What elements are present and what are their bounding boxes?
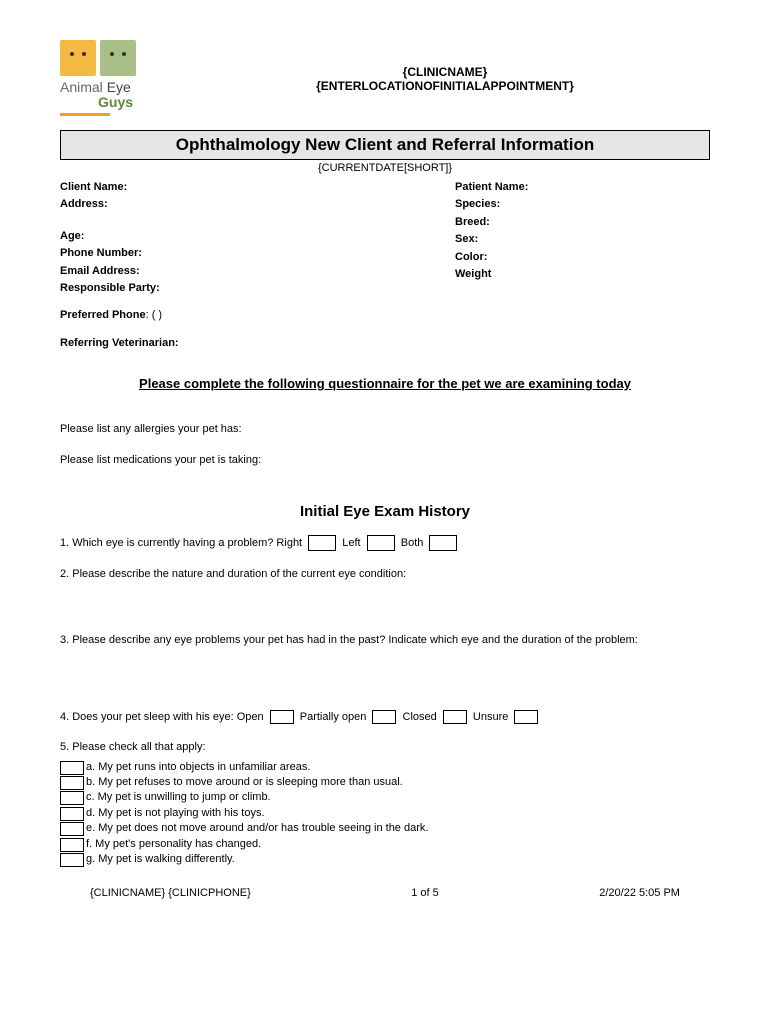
patient-name-label: Patient Name: [455,181,528,193]
question-4: 4. Does your pet sleep with his eye: Ope… [60,709,710,726]
question-1: 1. Which eye is currently having a probl… [60,535,710,552]
q5-text: 5. Please check all that apply: [60,741,206,753]
q4-open-checkbox[interactable] [270,710,294,724]
footer-page-number: 1 of 5 [411,887,439,899]
email-label: Email Address: [60,265,140,277]
q5-a-label: a. My pet runs into objects in unfamilia… [86,760,310,775]
client-patient-info: Client Name: Address: Age: Phone Number:… [60,180,710,298]
medications-question: Please list medications your pet is taki… [60,452,710,469]
q5-checklist: a. My pet runs into objects in unfamilia… [60,760,710,868]
logo-cat-icon [60,40,96,76]
questionnaire-heading: Please complete the following questionna… [60,376,710,391]
page-footer: {CLINICNAME} {CLINICPHONE} 1 of 5 2/20/2… [60,887,710,899]
q5-e-label: e. My pet does not move around and/or ha… [86,821,428,836]
q4-partial-label: Partially open [300,711,367,723]
q4-partial-checkbox[interactable] [372,710,396,724]
q4-text: 4. Does your pet sleep with his eye: Ope… [60,711,264,723]
client-name-label: Client Name: [60,181,127,193]
preferred-phone-parens: : ( ) [146,309,163,321]
logo-text-guys: Guys [98,94,133,110]
q5-f-label: f. My pet's personality has changed. [86,837,261,852]
q4-unsure-label: Unsure [473,711,508,723]
color-label: Color: [455,251,487,263]
patient-info-column: Patient Name: Species: Breed: Sex: Color… [315,180,710,298]
question-2: 2. Please describe the nature and durati… [60,566,710,583]
ref-vet-label: Referring Veterinarian: [60,337,179,349]
q4-closed-label: Closed [403,711,437,723]
footer-datetime: 2/20/22 5:05 PM [599,887,680,899]
q1-left-label: Left [342,537,360,549]
age-label: Age: [60,230,84,242]
allergies-question: Please list any allergies your pet has: [60,421,710,438]
q4-unsure-checkbox[interactable] [514,710,538,724]
logo-underline [60,113,110,116]
q4-closed-checkbox[interactable] [443,710,467,724]
sex-label: Sex: [455,233,478,245]
breed-label: Breed: [455,216,490,228]
q5-g-label: g. My pet is walking differently. [86,852,235,867]
footer-clinic: {CLINICNAME} {CLINICPHONE} [90,887,251,899]
species-label: Species: [455,198,500,210]
q5-e-checkbox[interactable] [60,822,84,836]
preferred-phone-label: Preferred Phone [60,309,146,321]
responsible-label: Responsible Party: [60,282,160,294]
logo: Animal Eye Guys [60,40,160,120]
q5-f-checkbox[interactable] [60,838,84,852]
q1-left-checkbox[interactable] [367,535,395,551]
q5-g-checkbox[interactable] [60,853,84,867]
clinic-name-placeholder: {CLINICNAME} [180,65,710,79]
q1-text: 1. Which eye is currently having a probl… [60,537,302,549]
question-5: 5. Please check all that apply: a. My pe… [60,739,710,867]
q1-both-checkbox[interactable] [429,535,457,551]
q1-right-checkbox[interactable] [308,535,336,551]
q5-d-checkbox[interactable] [60,807,84,821]
question-3: 3. Please describe any eye problems your… [60,632,710,649]
history-heading: Initial Eye Exam History [60,503,710,520]
q5-b-label: b. My pet refuses to move around or is s… [86,775,403,790]
q5-a-checkbox[interactable] [60,761,84,775]
address-label: Address: [60,198,108,210]
form-title: Ophthalmology New Client and Referral In… [60,130,710,160]
client-info-column: Client Name: Address: Age: Phone Number:… [60,180,315,298]
weight-label: Weight [455,268,491,280]
preferred-phone-row: Preferred Phone: ( ) [60,308,710,323]
q5-c-checkbox[interactable] [60,791,84,805]
q5-b-checkbox[interactable] [60,776,84,790]
q1-both-label: Both [401,537,424,549]
logo-text-eye: Eye [107,79,131,95]
logo-dog-icon [100,40,136,76]
date-placeholder: {CURRENTDATE[SHORT]} [60,162,710,174]
q5-c-label: c. My pet is unwilling to jump or climb. [86,790,271,805]
header-placeholders: {CLINICNAME} {ENTERLOCATIONOFINITIALAPPO… [180,40,710,93]
phone-label: Phone Number: [60,247,142,259]
logo-text-animal: Animal [60,79,103,95]
q5-d-label: d. My pet is not playing with his toys. [86,806,265,821]
location-placeholder: {ENTERLOCATIONOFINITIALAPPOINTMENT} [180,79,710,93]
document-header: Animal Eye Guys {CLINICNAME} {ENTERLOCAT… [60,40,710,120]
